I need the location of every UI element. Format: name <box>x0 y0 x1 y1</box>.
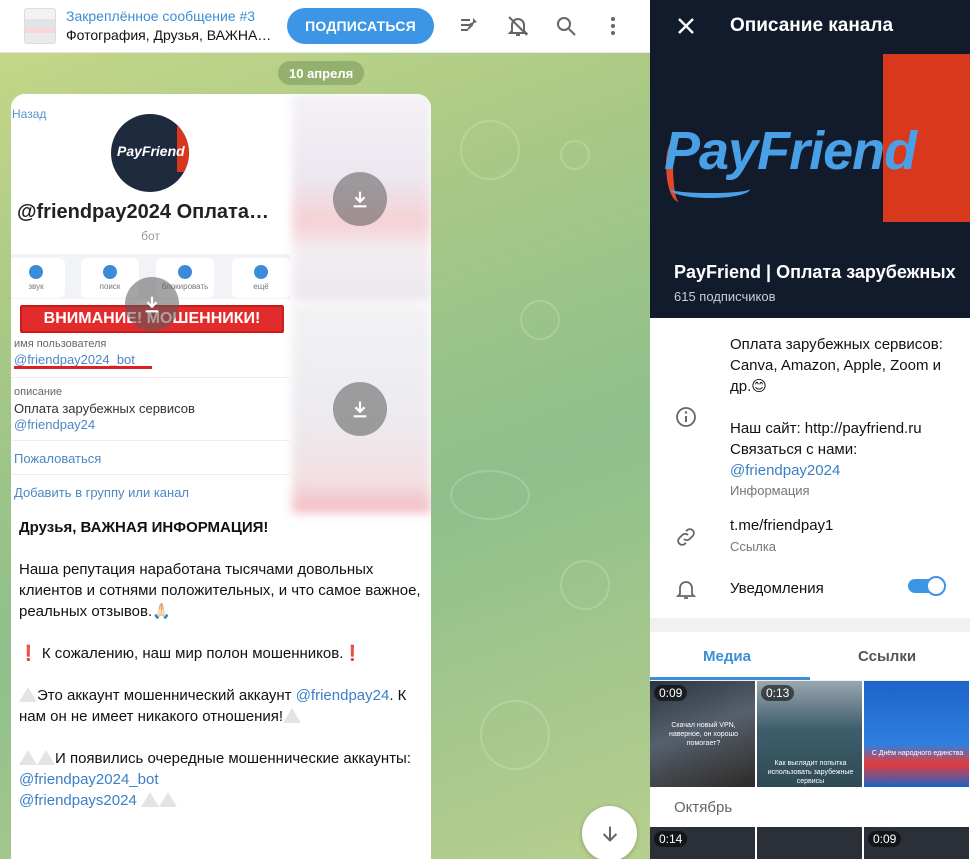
channel-description: Оплата зарубежных сервисов: Canva, Amazo… <box>730 334 960 481</box>
red-underline <box>14 366 152 369</box>
video-duration: 0:14 <box>654 831 688 847</box>
app-root: Закреплённое сообщение #3 Фотография, Др… <box>0 0 970 859</box>
screenshot-bot-handle: @friendpay2024 Оплата… <box>17 201 269 223</box>
chat-header: Закреплённое сообщение #3 Фотография, Др… <box>0 0 650 53</box>
screenshot-description-label: описание <box>14 386 63 398</box>
post-paragraph: Это аккаунт мошеннический аккаунт @frien… <box>19 687 407 725</box>
brand-swoosh <box>670 180 750 198</box>
notifications-label: Уведомления <box>730 580 824 597</box>
search-icon[interactable] <box>554 14 578 38</box>
more-vert-icon[interactable] <box>601 14 625 38</box>
screenshot-add-to-group: Добавить в группу или канал <box>14 485 190 500</box>
channel-post: Назад PayFriend @friendpay2024 Оплата… б… <box>11 94 431 859</box>
scroll-down-button[interactable] <box>582 806 637 859</box>
download-button[interactable] <box>125 277 179 331</box>
media-tile[interactable]: 0:09 Скачал новый VPN, наверное, он хоро… <box>650 681 755 787</box>
tile-caption: Скачал новый VPN, наверное, он хорошо по… <box>668 722 739 747</box>
channel-hero: Описание канала PayFriend PayFriend | Оп… <box>650 0 970 318</box>
subscribe-button[interactable]: ПОДПИСАТЬСЯ <box>287 8 434 44</box>
bell-icon <box>675 581 697 599</box>
pin-list-icon[interactable] <box>457 14 481 38</box>
chat-pane: Закреплённое сообщение #3 Фотография, Др… <box>0 0 650 859</box>
pinned-thumbnail[interactable] <box>24 8 56 44</box>
channel-name: PayFriend | Оплата зарубежных <box>674 262 956 282</box>
video-duration: 0:09 <box>868 831 902 847</box>
media-tile[interactable]: 0:13 Как выглядит попытка использовать з… <box>757 681 862 787</box>
screenshot-username: @friendpay2024_bot <box>14 352 135 367</box>
description-mention[interactable]: @friendpay2024 <box>730 460 960 481</box>
post-paragraph: ❗ К сожалению, наш мир полон мошенников.… <box>19 645 363 662</box>
screenshot-report: Пожаловаться <box>14 451 102 466</box>
month-label: Октябрь <box>674 799 733 816</box>
media-tabs: Медиа Ссылки <box>650 632 970 680</box>
screenshot-description-link: @friendpay24 <box>14 417 96 432</box>
post-mention[interactable]: @friendpay2024_bot <box>19 771 159 788</box>
download-icon <box>353 191 367 208</box>
close-icon[interactable] <box>674 14 698 38</box>
tab-indicator <box>650 677 810 680</box>
media-tile[interactable]: 0:14 <box>650 827 755 859</box>
tab-links[interactable]: Ссылки <box>858 648 916 665</box>
screenshot-bot-label: бот <box>141 229 160 243</box>
download-icon <box>353 401 367 418</box>
channel-link[interactable]: t.me/friendpay1 <box>730 517 833 534</box>
link-caption: Ссылка <box>730 539 777 554</box>
link-icon <box>677 528 695 546</box>
media-tile[interactable] <box>757 827 862 859</box>
post-headline: Друзья, ВАЖНАЯ ИНФОРМАЦИЯ! <box>19 519 269 536</box>
screenshot-action: звук <box>11 258 65 298</box>
post-mention[interactable]: @friendpay24 <box>296 687 390 704</box>
post-paragraph: И появились очередные мошеннические акка… <box>19 750 412 809</box>
brand-logo-text: PayFriend <box>664 121 917 181</box>
date-separator: 10 апреля <box>278 61 365 85</box>
download-button[interactable] <box>333 172 387 226</box>
media-grid: 0:09 Скачал новый VPN, наверное, он хоро… <box>650 681 970 787</box>
media-tile[interactable]: С Днём народного единства <box>864 681 969 787</box>
download-button[interactable] <box>333 382 387 436</box>
subscriber-count: 615 подписчиков <box>674 289 776 304</box>
tile-caption: С Днём народного единства <box>871 750 964 757</box>
screenshot-action: ещё <box>232 258 290 298</box>
panel-title: Описание канала <box>730 15 894 36</box>
screenshot-username-label: имя пользователя <box>14 338 107 350</box>
post-text: Друзья, ВАЖНАЯ ИНФОРМАЦИЯ! Наша репутаци… <box>19 517 423 832</box>
media-album: Назад PayFriend @friendpay2024 Оплата… б… <box>11 94 431 513</box>
post-paragraph: Наша репутация наработана тысячами довол… <box>19 561 421 620</box>
logo-text: PayFriend <box>117 143 185 159</box>
media-grid: 0:14 0:09 <box>650 827 970 859</box>
bell-off-icon[interactable] <box>506 14 530 38</box>
arrow-down-icon <box>602 826 617 842</box>
screenshot-back-label: Назад <box>12 107 47 121</box>
info-icon <box>676 407 696 427</box>
info-caption: Информация <box>730 483 810 498</box>
pinned-preview[interactable]: Фотография, Друзья, ВАЖНА… <box>66 27 276 43</box>
album-photo-1[interactable]: Назад PayFriend @friendpay2024 Оплата… б… <box>11 94 290 513</box>
month-header: Октябрь <box>650 787 970 827</box>
tab-media[interactable]: Медиа <box>703 648 751 665</box>
post-mention[interactable]: @friendpays2024 <box>19 792 137 809</box>
video-duration: 0:09 <box>654 685 688 701</box>
video-duration: 0:13 <box>761 685 795 701</box>
channel-info-pane: Описание канала PayFriend PayFriend | Оп… <box>650 0 970 859</box>
download-icon <box>145 296 159 313</box>
screenshot-description: Оплата зарубежных сервисов <box>14 401 195 416</box>
payfriend-logo: PayFriend <box>111 114 189 192</box>
tile-caption: Как выглядит попытка использовать зарубе… <box>767 760 854 785</box>
notifications-toggle[interactable] <box>908 576 946 596</box>
pinned-title[interactable]: Закреплённое сообщение #3 <box>66 8 255 24</box>
media-tile[interactable]: 0:09 <box>864 827 969 859</box>
channel-info-list: Оплата зарубежных сервисов: Canva, Amazo… <box>650 318 970 618</box>
